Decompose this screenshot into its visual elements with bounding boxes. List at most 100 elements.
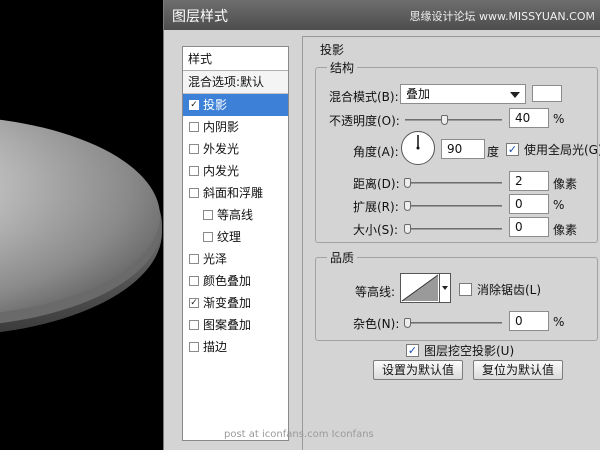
style-list-item-label: 描边: [203, 340, 228, 354]
blend-mode-value: 叠加: [406, 87, 431, 101]
knockout-checkbox[interactable]: ✓ 图层挖空投影(U): [406, 342, 514, 359]
site-watermark: 思缘设计论坛 www.MISSYUAN.COM: [409, 10, 595, 23]
contour-linear-icon: [401, 274, 439, 302]
angle-needle-icon: [416, 135, 420, 150]
style-list-header[interactable]: 样式: [183, 47, 288, 71]
contour-label: 等高线:: [355, 285, 396, 299]
style-list-item-label: 斜面和浮雕: [203, 186, 264, 200]
angle-unit: 度: [487, 145, 500, 159]
noise-input[interactable]: 0: [509, 311, 549, 331]
style-list-item[interactable]: 内阴影: [183, 116, 288, 138]
shadow-color-swatch[interactable]: [532, 85, 562, 102]
spread-slider-knob[interactable]: [404, 201, 411, 211]
style-list-item[interactable]: 内发光: [183, 160, 288, 182]
style-list-item[interactable]: 纹理: [183, 226, 288, 248]
spread-unit: %: [553, 198, 565, 212]
checkbox-icon[interactable]: ✓: [406, 344, 419, 357]
distance-input[interactable]: 2: [509, 171, 549, 191]
checkbox-icon[interactable]: [189, 188, 199, 198]
opacity-slider[interactable]: [405, 115, 502, 125]
style-list-item[interactable]: 外发光: [183, 138, 288, 160]
drop-shadow-panel: 投影 结构 混合模式(B): 叠加 不透明度(O): 40 % 角度(A): 9…: [302, 36, 600, 450]
noise-slider[interactable]: [404, 318, 502, 328]
canvas-preview: [0, 0, 163, 450]
checkbox-icon[interactable]: [189, 166, 199, 176]
style-list-item[interactable]: 描边: [183, 336, 288, 358]
opacity-input[interactable]: 40: [509, 108, 549, 128]
reset-default-button[interactable]: 复位为默认值: [473, 360, 563, 380]
checkbox-icon[interactable]: [203, 232, 213, 242]
size-label: 大小(S):: [353, 223, 399, 237]
checkbox-icon[interactable]: [189, 122, 199, 132]
style-list-item-label: 内阴影: [203, 120, 240, 134]
metallic-ellipse-artwork: [0, 119, 162, 333]
checkbox-icon[interactable]: [459, 283, 472, 296]
quality-title: 品质: [327, 249, 358, 266]
style-list-item[interactable]: 斜面和浮雕: [183, 182, 288, 204]
style-list-item[interactable]: 等高线: [183, 204, 288, 226]
drop-shadow-title: 投影: [317, 41, 348, 58]
contour-picker[interactable]: [400, 273, 440, 303]
style-list-item-label: 外发光: [203, 142, 240, 156]
size-slider-knob[interactable]: [404, 224, 411, 234]
blend-mode-select[interactable]: 叠加: [400, 84, 526, 104]
noise-label: 杂色(N):: [353, 317, 400, 331]
checkbox-icon[interactable]: ✓: [506, 143, 519, 156]
style-list-item-label: 投影: [203, 98, 228, 112]
checkbox-icon[interactable]: [189, 276, 199, 286]
contour-dropdown-button[interactable]: [440, 273, 451, 303]
noise-slider-knob[interactable]: [404, 318, 411, 328]
checkbox-icon[interactable]: ✓: [189, 100, 199, 110]
checkbox-icon[interactable]: ✓: [189, 298, 199, 308]
spread-slider[interactable]: [404, 201, 502, 211]
checkbox-icon[interactable]: [189, 144, 199, 154]
style-list-item[interactable]: 光泽: [183, 248, 288, 270]
style-list-item[interactable]: 图案叠加: [183, 314, 288, 336]
distance-slider-knob[interactable]: [404, 178, 411, 188]
knockout-label: 图层挖空投影(U): [424, 344, 515, 358]
distance-slider[interactable]: [404, 178, 502, 188]
anti-alias-label: 消除锯齿(L): [477, 283, 542, 297]
opacity-unit: %: [553, 112, 565, 126]
layer-style-dialog: 图层样式 思缘设计论坛 www.MISSYUAN.COM 样式 混合选项:默认 …: [163, 0, 600, 450]
chevron-down-icon: [510, 92, 520, 98]
size-input[interactable]: 0: [509, 217, 549, 237]
style-list-item-label: 图案叠加: [203, 318, 252, 332]
checkbox-icon[interactable]: [189, 254, 199, 264]
distance-label: 距离(D):: [353, 177, 400, 191]
spread-label: 扩展(R):: [353, 200, 399, 214]
spread-input[interactable]: 0: [509, 194, 549, 214]
footer-watermark: post at iconfans.com Iconfans: [224, 429, 374, 440]
opacity-slider-knob[interactable]: [440, 115, 448, 125]
angle-label: 角度(A):: [353, 145, 399, 159]
style-list-item-label: 等高线: [217, 208, 254, 222]
size-slider[interactable]: [404, 224, 502, 234]
distance-unit: 像素: [553, 177, 578, 191]
style-list-item[interactable]: ✓ 投影: [183, 94, 288, 116]
angle-input[interactable]: 90: [441, 139, 485, 159]
global-light-checkbox[interactable]: ✓ 使用全局光(G): [506, 141, 600, 158]
style-list-item-label: 内发光: [203, 164, 240, 178]
opacity-label: 不透明度(O):: [329, 114, 400, 128]
angle-dial[interactable]: [401, 131, 435, 165]
style-list-item-label: 颜色叠加: [203, 274, 252, 288]
noise-unit: %: [553, 315, 565, 329]
global-light-label: 使用全局光(G): [524, 143, 600, 157]
style-list-item-label: 光泽: [203, 252, 228, 266]
style-list-item[interactable]: 颜色叠加: [183, 270, 288, 292]
anti-alias-checkbox[interactable]: 消除锯齿(L): [459, 281, 541, 298]
dialog-titlebar[interactable]: 图层样式 思缘设计论坛 www.MISSYUAN.COM: [164, 0, 600, 30]
make-default-button[interactable]: 设置为默认值: [373, 360, 463, 380]
dialog-title: 图层样式: [172, 9, 228, 25]
blend-mode-label: 混合模式(B):: [329, 90, 399, 104]
style-list-item[interactable]: ✓ 渐变叠加: [183, 292, 288, 314]
checkbox-icon[interactable]: [189, 342, 199, 352]
style-list: 样式 混合选项:默认 ✓ 投影内阴影外发光内发光斜面和浮雕等高线纹理光泽颜色叠加 ✓…: [182, 46, 289, 441]
blend-options-item[interactable]: 混合选项:默认: [183, 71, 288, 94]
checkbox-icon[interactable]: [189, 320, 199, 330]
size-unit: 像素: [553, 223, 578, 237]
structure-title: 结构: [327, 59, 358, 76]
style-list-item-label: 渐变叠加: [203, 296, 252, 310]
checkbox-icon[interactable]: [203, 210, 213, 220]
style-list-item-label: 纹理: [217, 230, 242, 244]
